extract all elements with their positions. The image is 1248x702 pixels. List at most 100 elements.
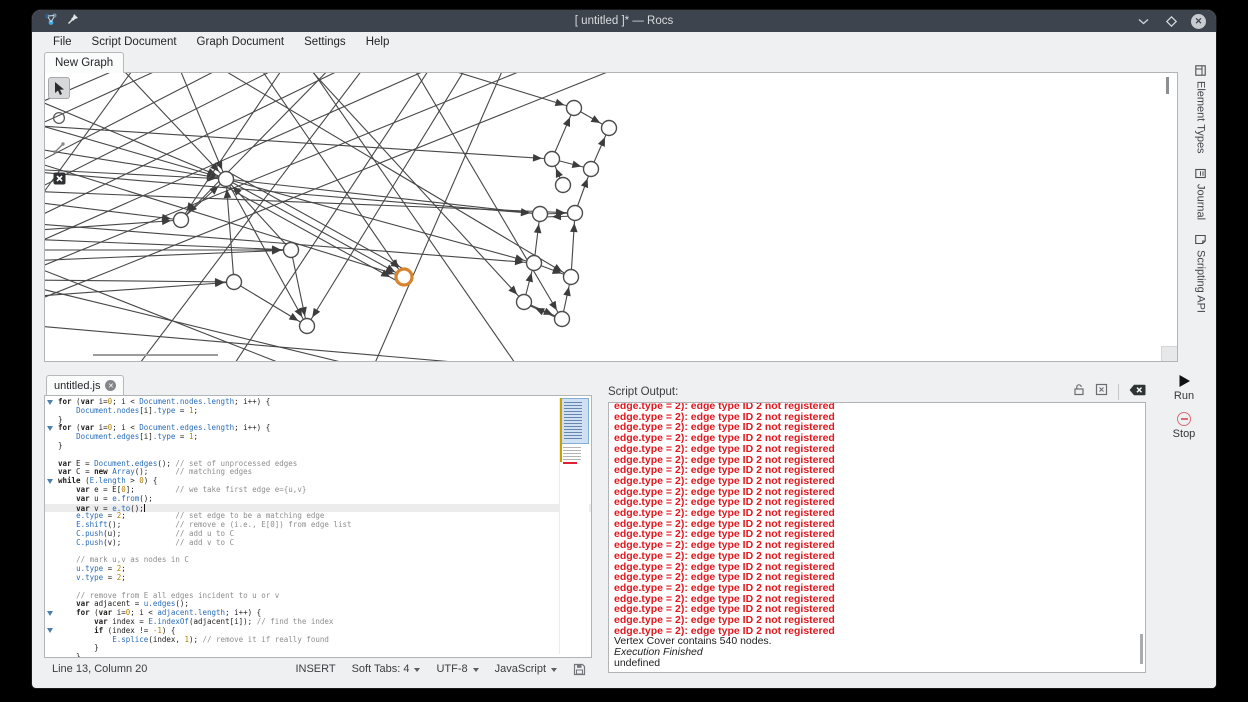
- graph-node[interactable]: [556, 178, 571, 193]
- fold-margin[interactable]: [45, 468, 58, 477]
- minimap-viewport[interactable]: [560, 398, 589, 444]
- menu-item-help[interactable]: Help: [357, 34, 399, 50]
- fold-margin[interactable]: [45, 407, 58, 416]
- pin-icon[interactable]: [67, 12, 79, 30]
- fold-margin[interactable]: [45, 442, 58, 451]
- code-line[interactable]: C.push(v); // add v to C: [45, 539, 591, 548]
- graph-node[interactable]: [545, 152, 560, 167]
- code-line[interactable]: // mark u,v as nodes in C: [45, 556, 591, 565]
- run-button[interactable]: Run: [1156, 374, 1212, 402]
- code-line[interactable]: }: [45, 644, 591, 653]
- script-output-console[interactable]: edge.type = 2): edge type ID 2 not regis…: [608, 402, 1146, 673]
- minimap-scrollbar[interactable]: [559, 398, 589, 654]
- sidebar-tab-element-types[interactable]: Element Types: [1191, 65, 1211, 154]
- menu-item-file[interactable]: File: [44, 34, 81, 50]
- cursor-position[interactable]: Line 13, Column 20: [44, 663, 147, 675]
- sidebar-tab-journal[interactable]: Journal: [1191, 168, 1211, 220]
- fold-margin[interactable]: [45, 477, 58, 486]
- tab-new-graph[interactable]: New Graph: [44, 52, 124, 73]
- add-edge-tool[interactable]: [48, 137, 70, 159]
- graph-node[interactable]: [568, 206, 583, 221]
- code-line[interactable]: Document.nodes[i].type = 1;: [45, 407, 591, 416]
- code-area[interactable]: for (var i=0; i < Document.nodes.length;…: [44, 395, 592, 658]
- sidebar-tab-scripting-api[interactable]: Scripting API: [1191, 234, 1211, 313]
- select-tool[interactable]: [48, 77, 70, 99]
- code-line[interactable]: }: [45, 442, 591, 451]
- code-line[interactable]: v.type = 2;: [45, 574, 591, 583]
- delete-tool[interactable]: [48, 167, 70, 189]
- fold-margin[interactable]: [45, 460, 58, 469]
- save-icon[interactable]: [573, 663, 586, 676]
- output-scrollbar[interactable]: [1140, 634, 1143, 664]
- graph-canvas[interactable]: [44, 72, 1178, 362]
- code-line[interactable]: Document.edges[i].type = 1;: [45, 433, 591, 442]
- fold-arrow-icon[interactable]: [47, 479, 53, 484]
- fold-margin[interactable]: [45, 398, 58, 407]
- maximize-button[interactable]: [1163, 13, 1179, 29]
- fold-margin[interactable]: [45, 424, 58, 433]
- backspace-clear-icon[interactable]: [1129, 383, 1146, 401]
- fold-margin[interactable]: [45, 512, 58, 521]
- fold-margin[interactable]: [45, 539, 58, 548]
- close-button[interactable]: ✕: [1191, 14, 1206, 29]
- graph-node[interactable]: [584, 162, 599, 177]
- fold-margin[interactable]: [45, 644, 58, 653]
- fold-arrow-icon[interactable]: [47, 611, 53, 616]
- fold-margin[interactable]: [45, 600, 58, 609]
- graph-node[interactable]: [300, 319, 315, 334]
- tab-settings-dropdown[interactable]: Soft Tabs: 4: [352, 663, 421, 675]
- fold-margin[interactable]: [45, 451, 58, 460]
- add-node-tool[interactable]: [48, 107, 70, 129]
- graph-node[interactable]: [527, 256, 542, 271]
- insert-mode[interactable]: INSERT: [295, 663, 335, 675]
- fold-margin[interactable]: [45, 486, 58, 495]
- fold-arrow-icon[interactable]: [47, 628, 53, 633]
- close-tab-icon[interactable]: ✕: [105, 380, 116, 391]
- graph-node[interactable]: [174, 213, 189, 228]
- code-line[interactable]: u.type = 2;: [45, 565, 591, 574]
- graph-node[interactable]: [284, 243, 299, 258]
- language-dropdown[interactable]: JavaScript: [495, 663, 557, 675]
- graph-node[interactable]: [602, 121, 617, 136]
- graph-node[interactable]: [564, 270, 579, 285]
- lock-output-icon[interactable]: [1073, 383, 1085, 401]
- fold-margin[interactable]: [45, 609, 58, 618]
- fold-margin[interactable]: [45, 592, 58, 601]
- graph-node-selected[interactable]: [396, 269, 412, 285]
- graph-node[interactable]: [517, 295, 532, 310]
- menu-item-script-document[interactable]: Script Document: [83, 34, 186, 50]
- fold-margin[interactable]: [45, 618, 58, 627]
- code-line[interactable]: var u = e.from();: [45, 495, 591, 504]
- menu-item-graph-document[interactable]: Graph Document: [188, 34, 294, 50]
- clear-screen-icon[interactable]: [1095, 383, 1108, 401]
- graph-node[interactable]: [227, 275, 242, 290]
- stop-button[interactable]: Stop: [1156, 412, 1212, 440]
- graph-node[interactable]: [219, 172, 234, 187]
- graph-node[interactable]: [533, 207, 548, 222]
- fold-margin[interactable]: [45, 495, 58, 504]
- fold-arrow-icon[interactable]: [47, 400, 53, 405]
- minimize-button[interactable]: [1135, 13, 1151, 29]
- code-line[interactable]: E.splice(index, 1); // remove it if real…: [45, 636, 591, 645]
- fold-margin[interactable]: [45, 521, 58, 530]
- fold-margin[interactable]: [45, 556, 58, 565]
- fold-margin[interactable]: [45, 548, 58, 557]
- fold-margin[interactable]: [45, 574, 58, 583]
- menu-item-settings[interactable]: Settings: [295, 34, 355, 50]
- fold-margin[interactable]: [45, 504, 58, 513]
- encoding-dropdown[interactable]: UTF-8: [436, 663, 478, 675]
- fold-arrow-icon[interactable]: [47, 426, 53, 431]
- tab-untitled-js[interactable]: untitled.js ✕: [46, 375, 124, 395]
- fold-margin[interactable]: [45, 416, 58, 425]
- graph-node[interactable]: [555, 312, 570, 327]
- canvas-vertical-scrollbar[interactable]: [1166, 77, 1169, 94]
- fold-margin[interactable]: [45, 565, 58, 574]
- canvas-horizontal-scrollbar[interactable]: [93, 354, 218, 356]
- fold-margin[interactable]: [45, 530, 58, 539]
- fold-margin[interactable]: [45, 627, 58, 636]
- fold-margin[interactable]: [45, 583, 58, 592]
- graph-node[interactable]: [567, 101, 582, 116]
- fold-margin[interactable]: [45, 433, 58, 442]
- titlebar[interactable]: [ untitled ]* — Rocs ✕: [32, 10, 1216, 32]
- fold-margin[interactable]: [45, 636, 58, 645]
